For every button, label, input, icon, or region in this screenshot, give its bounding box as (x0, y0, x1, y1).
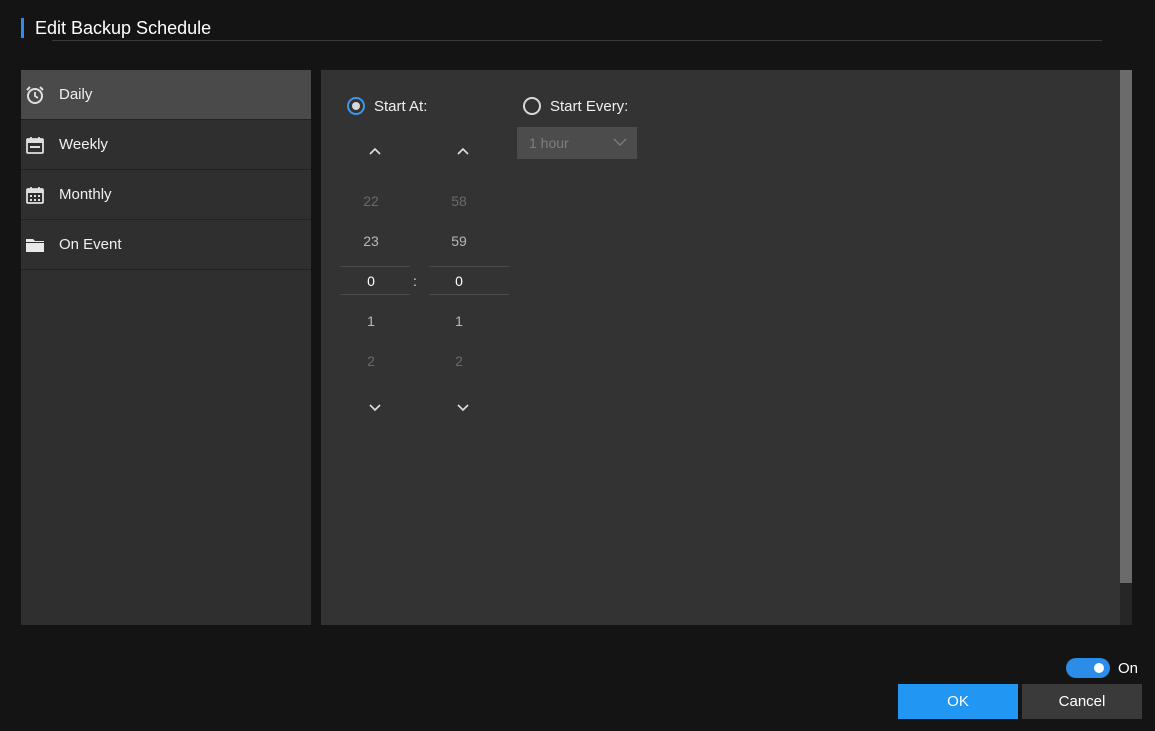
sidebar-item-daily[interactable]: Daily (21, 70, 311, 120)
start-every-option[interactable]: Start Every: (523, 97, 628, 115)
start-at-label: Start At: (374, 97, 428, 115)
hour-value[interactable]: 1 (340, 313, 402, 329)
chevron-up-icon (457, 147, 469, 155)
title-accent-bar (21, 18, 24, 38)
hour-value[interactable]: 2 (340, 353, 402, 369)
minute-up-button[interactable] (453, 143, 473, 159)
start-at-option[interactable]: Start At: (347, 97, 427, 115)
start-every-label: Start Every: (550, 97, 629, 115)
minute-selection-top-line (429, 266, 509, 267)
chevron-down-icon (369, 404, 381, 412)
schedule-settings-panel: Start At: Start Every: 1 hour 22 23 0 1 … (321, 70, 1132, 625)
interval-dropdown[interactable]: 1 hour (517, 127, 637, 159)
dialog-title: Edit Backup Schedule (35, 17, 212, 38)
chevron-up-icon (369, 147, 381, 155)
calendar-month-icon (25, 185, 45, 205)
minute-value[interactable]: 2 (428, 353, 490, 369)
title-divider (52, 40, 1102, 41)
minute-value[interactable]: 58 (428, 193, 490, 209)
ok-button[interactable]: OK (898, 684, 1018, 719)
minute-down-button[interactable] (453, 400, 473, 416)
schedule-toggle-switch[interactable] (1066, 658, 1110, 678)
sidebar-item-on-event[interactable]: On Event (21, 220, 311, 270)
sidebar-item-label: Monthly (59, 186, 112, 203)
sidebar-item-label: On Event (59, 236, 122, 253)
alarm-clock-icon (25, 85, 45, 105)
edit-backup-schedule-dialog: Edit Backup Schedule Daily Weekly Monthl… (0, 0, 1155, 731)
cancel-button[interactable]: Cancel (1022, 684, 1142, 719)
chevron-down-icon (613, 134, 627, 152)
minute-value[interactable]: 59 (428, 233, 490, 249)
chevron-down-icon (457, 404, 469, 412)
schedule-toggle[interactable]: On (1066, 658, 1138, 678)
calendar-week-icon (25, 135, 45, 155)
start-every-radio[interactable] (523, 97, 541, 115)
hour-value[interactable]: 22 (340, 193, 402, 209)
schedule-type-sidebar: Daily Weekly Monthly On Event (21, 70, 311, 625)
hour-value[interactable]: 23 (340, 233, 402, 249)
hour-down-button[interactable] (365, 400, 385, 416)
sidebar-item-label: Daily (59, 86, 93, 103)
minute-value[interactable]: 1 (428, 313, 490, 329)
hour-selection-bottom-line (340, 294, 410, 295)
hour-selection-top-line (340, 266, 410, 267)
minute-selection-bottom-line (429, 294, 509, 295)
sidebar-item-label: Weekly (59, 136, 108, 153)
panel-scrollbar[interactable] (1120, 70, 1132, 625)
panel-scrollbar-thumb[interactable] (1120, 70, 1132, 583)
hour-up-button[interactable] (365, 143, 385, 159)
toggle-knob (1094, 663, 1104, 673)
minute-selected-value[interactable]: 0 (428, 273, 490, 289)
schedule-toggle-label: On (1118, 659, 1139, 677)
dialog-title-bar: Edit Backup Schedule (21, 16, 211, 40)
sidebar-item-monthly[interactable]: Monthly (21, 170, 311, 220)
hour-selected-value[interactable]: 0 (340, 273, 402, 289)
sidebar-item-weekly[interactable]: Weekly (21, 120, 311, 170)
interval-value: 1 hour (529, 135, 569, 151)
time-separator: : (413, 273, 417, 289)
folder-icon (25, 235, 45, 255)
start-at-radio[interactable] (347, 97, 365, 115)
